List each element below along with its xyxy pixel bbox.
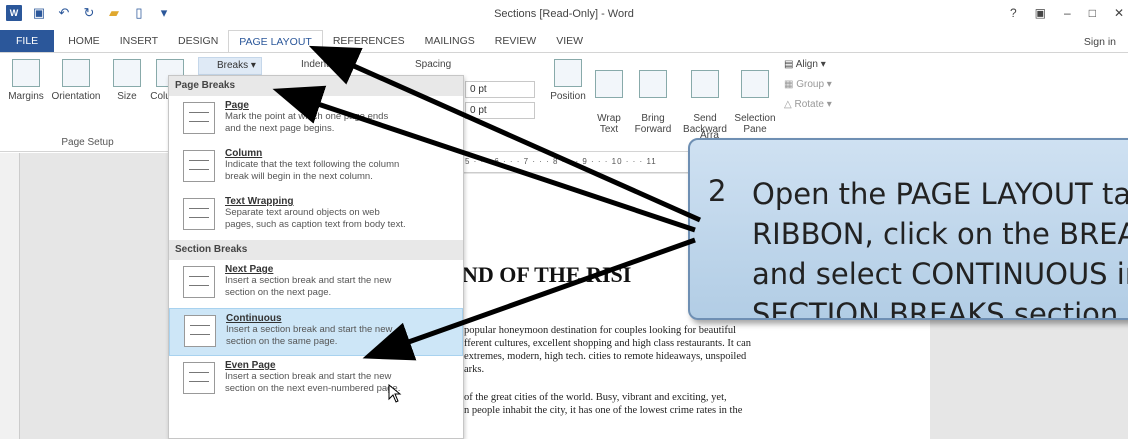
tab-references[interactable]: REFERENCES xyxy=(323,30,415,52)
menu-item-column[interactable]: Column Indicate that the text following … xyxy=(169,144,463,192)
menu-item-title: Next Page xyxy=(225,264,274,275)
rotate-button[interactable]: △ Rotate ▾ xyxy=(784,99,832,110)
paragraph-1-line-4: arks. xyxy=(464,364,485,375)
menu-item-description: Insert a section break and start the new… xyxy=(225,371,401,394)
continuous-break-icon xyxy=(184,315,216,347)
menu-item-description: Indicate that the text following the col… xyxy=(225,159,400,182)
menu-item-title: Column xyxy=(225,148,263,159)
spacing-before-field[interactable]: 0 pt xyxy=(465,81,535,98)
menu-item-description: Insert a section break and start the new… xyxy=(225,275,392,298)
title-bar: W ▣ ↶ ↻ ▰ ▯ ▾ Sections [Read-Only] - Wor… xyxy=(0,0,1128,30)
paragraph-1-line-2: fferent cultures, excellent shopping and… xyxy=(464,338,752,349)
selection-pane-button[interactable]: Selection Pane xyxy=(732,59,778,135)
paragraph-1-line-3: extremes, modern, high tech. cities to r… xyxy=(464,351,747,362)
instruction-text: Open the PAGE LAYOUT tab RIBBON, click o… xyxy=(752,177,1128,320)
sign-in-link[interactable]: Sign in xyxy=(1084,36,1116,48)
window-title: Sections [Read-Only] - Word xyxy=(494,8,634,20)
breaks-label: Breaks xyxy=(217,60,249,71)
size-label: Size xyxy=(117,91,137,102)
even-page-break-icon xyxy=(183,362,215,394)
group-button[interactable]: ▦ Group ▾ xyxy=(784,79,832,90)
menu-item-continuous[interactable]: Continuous Insert a section break and st… xyxy=(169,308,463,356)
tab-mailings[interactable]: MAILINGS xyxy=(415,30,485,52)
menu-item-description: Insert a section break and start the new… xyxy=(226,324,393,347)
margins-icon xyxy=(12,59,40,87)
next-page-break-icon xyxy=(183,266,215,298)
group-label: Group xyxy=(796,79,825,90)
orientation-label: Orientation xyxy=(51,91,101,102)
orientation-button[interactable]: Orientation xyxy=(48,59,104,102)
menu-item-title: Even Page xyxy=(225,360,276,371)
tab-view[interactable]: VIEW xyxy=(546,30,593,52)
tab-design[interactable]: DESIGN xyxy=(168,30,228,52)
margins-label: Margins xyxy=(8,91,44,102)
minimize-icon[interactable]: – xyxy=(1064,6,1071,20)
spacing-after-field[interactable]: 0 pt xyxy=(465,102,535,119)
breaks-button[interactable]: Breaks ▾ xyxy=(198,57,262,75)
menu-item-title: Continuous xyxy=(226,313,282,324)
tab-home[interactable]: HOME xyxy=(58,30,110,52)
menu-item-title: Text Wrapping xyxy=(225,196,294,207)
tab-page-layout[interactable]: PAGE LAYOUT xyxy=(228,30,323,52)
help-button[interactable]: ? xyxy=(1010,6,1017,20)
position-label: Position xyxy=(550,91,586,102)
spacing-label: Spacing xyxy=(415,59,452,70)
paragraph-1-line-1: popular honeymoon destination for couple… xyxy=(464,325,737,336)
menu-item-description: Separate text around objects on web page… xyxy=(225,207,406,230)
align-button[interactable]: ▤ Align ▾ xyxy=(784,59,826,70)
document-heading: ND OF THE RISI xyxy=(462,262,632,287)
position-icon xyxy=(554,59,582,87)
wrap-text-button[interactable]: Wrap Text xyxy=(592,59,626,135)
maximize-icon[interactable]: □ xyxy=(1089,6,1096,20)
bring-forward-icon xyxy=(639,70,667,98)
menu-item-even-page[interactable]: Even Page Insert a section break and sta… xyxy=(169,356,463,404)
orientation-icon xyxy=(62,59,90,87)
vertical-ruler xyxy=(0,153,20,439)
instruction-callout: 2 Open the PAGE LAYOUT tab RIBBON, click… xyxy=(688,138,1128,320)
text-wrapping-break-icon xyxy=(183,198,215,230)
breaks-dropdown-menu: Page Breaks Page Mark the point at which… xyxy=(168,75,464,439)
close-icon[interactable]: ✕ xyxy=(1114,6,1124,20)
column-break-icon xyxy=(183,150,215,182)
paragraph-2-line-2: n people inhabit the city, it has one of… xyxy=(464,405,743,416)
menu-item-text-wrapping[interactable]: Text Wrapping Separate text around objec… xyxy=(169,192,463,240)
step-number: 2 xyxy=(708,174,727,208)
menu-item-title: Page xyxy=(225,100,249,111)
wrap-text-label: Wrap Text xyxy=(597,113,621,135)
align-label: Align xyxy=(795,59,818,70)
ribbon-tabs: FILE HOME INSERT DESIGN PAGE LAYOUT REFE… xyxy=(0,30,1128,52)
send-backward-icon xyxy=(691,70,719,98)
selection-pane-icon xyxy=(741,70,769,98)
paragraph-2-line-1: of the great cities of the world. Busy, … xyxy=(464,392,727,403)
margins-button[interactable]: Margins xyxy=(6,59,46,102)
ribbon-display-options-icon[interactable]: ▣ xyxy=(1035,6,1046,20)
page-breaks-header: Page Breaks xyxy=(169,76,463,96)
indent-label: Indent xyxy=(301,59,329,70)
window-controls: ? ▣ – □ ✕ xyxy=(1010,6,1124,20)
tab-file[interactable]: FILE xyxy=(0,30,55,52)
tab-review[interactable]: REVIEW xyxy=(485,30,546,52)
menu-item-description: Mark the point at which one page ends an… xyxy=(225,111,389,134)
section-breaks-header: Section Breaks xyxy=(169,240,463,260)
rotate-label: Rotate xyxy=(794,99,824,110)
position-button[interactable]: Position xyxy=(546,59,590,102)
size-icon xyxy=(113,59,141,87)
size-button[interactable]: Size xyxy=(110,59,144,102)
page-break-icon xyxy=(183,102,215,134)
menu-item-page[interactable]: Page Mark the point at which one page en… xyxy=(169,96,463,144)
page-setup-group-label: Page Setup xyxy=(61,137,114,148)
send-backward-button[interactable]: Send Backward xyxy=(680,59,730,135)
menu-item-next-page[interactable]: Next Page Insert a section break and sta… xyxy=(169,260,463,308)
mouse-cursor-icon xyxy=(388,384,402,403)
bring-forward-button[interactable]: Bring Forward xyxy=(630,59,676,135)
wrap-text-icon xyxy=(595,70,623,98)
selection-pane-label: Selection Pane xyxy=(734,113,776,135)
tab-insert[interactable]: INSERT xyxy=(110,30,168,52)
bring-forward-label: Bring Forward xyxy=(634,113,672,135)
